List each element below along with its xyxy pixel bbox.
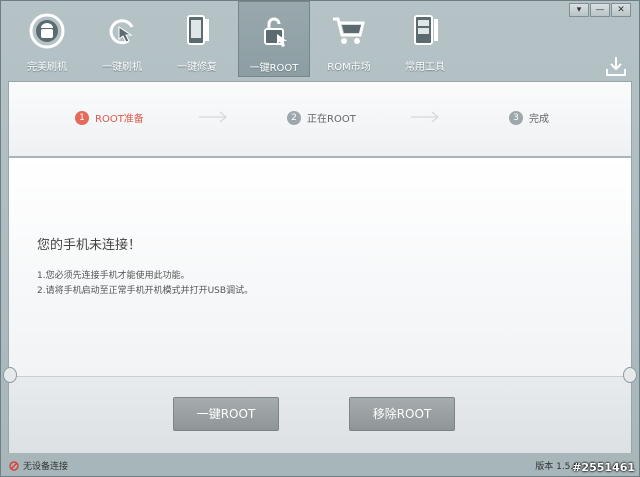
tool-common-tools[interactable]: 常用工具: [389, 1, 461, 77]
shopping-cart-icon: [333, 17, 365, 44]
tool-one-click-root[interactable]: 一键ROOT: [238, 1, 310, 77]
android-refresh-icon: [29, 13, 65, 49]
one-click-root-button[interactable]: 一键ROOT: [173, 397, 279, 431]
not-connected-title: 您的手机未连接！: [37, 238, 142, 253]
tool-label: 常用工具: [405, 62, 445, 73]
hint-line-1: 1.您必须先连接手机才能使用此功能。: [37, 271, 190, 281]
step-label: 正在ROOT: [307, 114, 356, 125]
action-bar: 一键ROOT 移除ROOT: [9, 376, 631, 453]
message-area: 您的手机未连接！ 1.您必须先连接手机才能使用此功能。 2.请将手机启动至正常手…: [9, 158, 631, 376]
tool-label: 一键修复: [177, 62, 217, 73]
tool-label: 一键刷机: [102, 62, 142, 73]
right-resize-handle[interactable]: [623, 367, 637, 383]
app-window: ▾ — ✕ 完美刷机 一键刷机 一键修复 一键ROOT ROM市场 常用工具 1…: [0, 0, 640, 477]
watermark: #2551461: [572, 461, 635, 474]
step-number: 2: [287, 110, 301, 125]
close-button[interactable]: ✕: [611, 3, 631, 17]
tool-label: ROM市场: [327, 62, 371, 73]
tool-one-click-flash[interactable]: 一键刷机: [86, 1, 158, 77]
status-bar: 无设备连接 版本 1.5.0: [1, 455, 639, 476]
touch-refresh-icon: [109, 19, 134, 45]
left-resize-handle[interactable]: [3, 367, 17, 383]
main-toolbar: 完美刷机 一键刷机 一键修复 一键ROOT ROM市场 常用工具: [1, 1, 626, 79]
unlock-touch-icon: [264, 17, 287, 47]
connection-status-text: 无设备连接: [23, 462, 69, 472]
phone-toolbox-icon: [414, 15, 438, 45]
remove-root-button[interactable]: 移除ROOT: [349, 397, 455, 431]
step-complete: 3 完成: [509, 110, 549, 125]
tool-perfect-flash[interactable]: 完美刷机: [11, 1, 83, 77]
root-panel: 1 ROOT准备 2 正在ROOT 3 完成 您的手机未连接！ 1.您必须先连接…: [8, 81, 632, 453]
step-root-prepare: 1 ROOT准备: [75, 110, 144, 125]
download-icon[interactable]: [605, 55, 627, 77]
phone-tools-icon: [187, 15, 209, 45]
step-label: 完成: [529, 114, 549, 125]
tool-one-click-repair[interactable]: 一键修复: [161, 1, 233, 77]
progress-steps: 1 ROOT准备 2 正在ROOT 3 完成: [9, 82, 631, 158]
no-device-icon: [9, 460, 19, 471]
tool-label: 完美刷机: [27, 62, 67, 73]
step-number: 1: [75, 110, 89, 125]
arrow-right-icon: [411, 111, 439, 123]
step-label: ROOT准备: [95, 114, 144, 125]
arrow-right-icon: [199, 111, 227, 123]
tool-rom-market[interactable]: ROM市场: [313, 1, 385, 77]
step-number: 3: [509, 110, 523, 125]
tool-label: 一键ROOT: [249, 63, 299, 74]
connection-status: 无设备连接: [9, 459, 68, 472]
hint-line-2: 2.请将手机启动至正常手机开机模式并打开USB调试。: [37, 286, 254, 296]
step-rooting: 2 正在ROOT: [287, 110, 356, 125]
